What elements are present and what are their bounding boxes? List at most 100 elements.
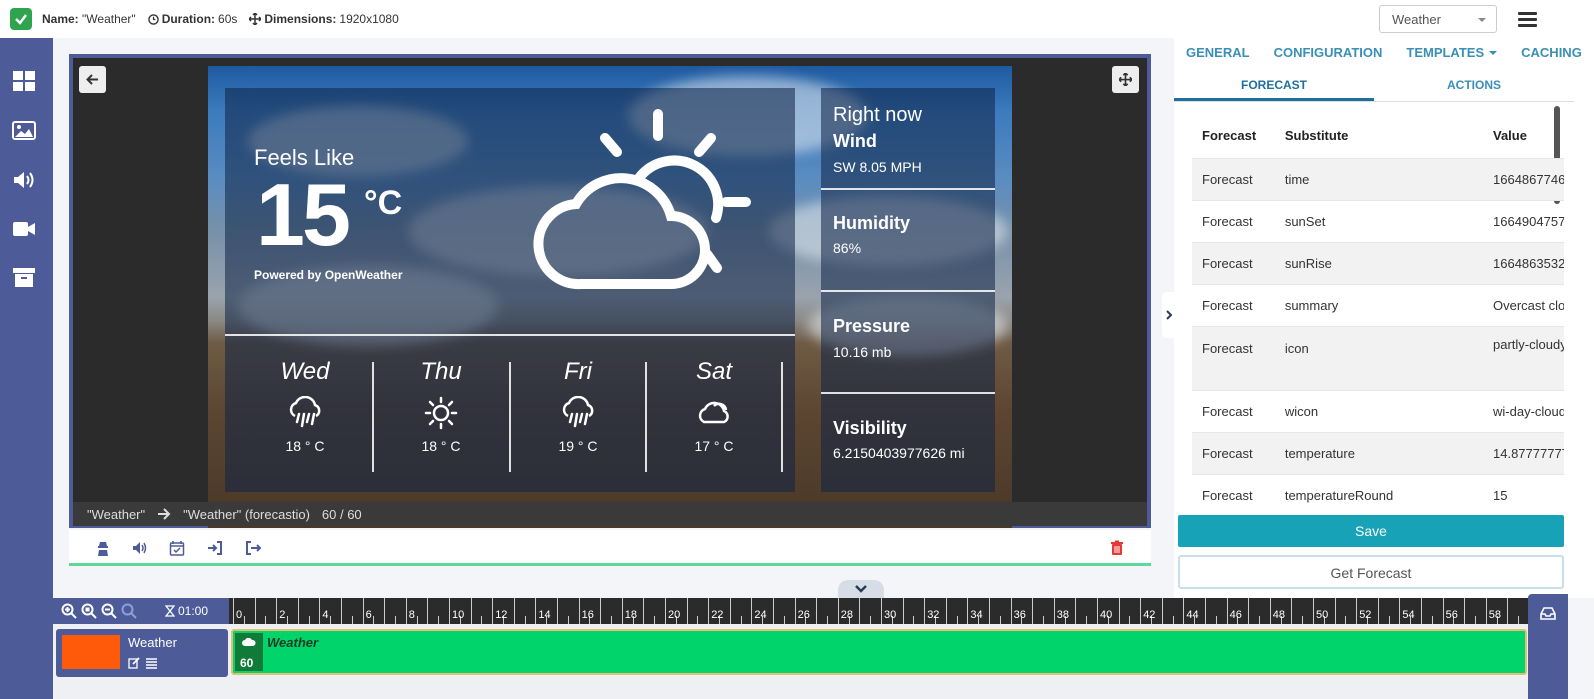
ruler-tick	[1183, 598, 1185, 624]
back-button[interactable]	[79, 66, 106, 93]
wind-label: Wind	[833, 131, 877, 151]
pressure-value: 10.16 mb	[833, 344, 892, 360]
top-bar: Name: "Weather" Duration: 60s Dimensions…	[0, 0, 1594, 38]
ruler-tick	[1518, 616, 1520, 624]
weather-preview[interactable]: Feels Like 15 °C Powered by OpenWeather	[208, 66, 1012, 528]
ruler-tick	[1302, 616, 1304, 624]
tab-general[interactable]: GENERAL	[1186, 38, 1250, 68]
table-row: Forecast temperature 14.877777777	[1192, 431, 1564, 474]
table-cell: temperatureRound	[1274, 473, 1483, 512]
ruler-label: 54	[1402, 609, 1415, 621]
ruler-label: 26	[797, 609, 810, 621]
ruler-tick	[1507, 598, 1509, 624]
move-button[interactable]	[1112, 66, 1139, 93]
ruler-tick	[1248, 598, 1250, 624]
zoom-fit-icon[interactable]	[81, 603, 97, 619]
name-label: Name:	[42, 12, 79, 26]
menu-icon[interactable]	[1518, 12, 1537, 27]
zoom-reset-icon[interactable]	[121, 603, 137, 619]
expand-timeline-button[interactable]	[838, 580, 884, 598]
get-forecast-button[interactable]: Get Forecast	[1178, 555, 1564, 589]
table-row: Forecast summary Overcast cloud	[1192, 283, 1564, 326]
zoom-in-icon[interactable]	[61, 603, 77, 619]
volume-icon[interactable]	[132, 540, 148, 556]
widget-progress: 60 / 60	[321, 506, 362, 522]
ruler-tick	[308, 616, 310, 624]
timeline-ruler[interactable]: 0 2 4 6 8 10 12 14 16 18 20 22 24 26 28 30 32 34 36 38 40 42 4…	[229, 598, 1528, 624]
day-temp: 18 ° C	[285, 438, 325, 454]
ruler-tick	[1356, 598, 1358, 624]
trash-icon[interactable]	[1109, 540, 1125, 556]
ruler-tick	[1118, 598, 1120, 624]
ruler-tick	[740, 616, 742, 624]
calendar-check-icon[interactable]	[169, 540, 185, 556]
ruler-tick	[567, 616, 569, 624]
ruler-label: 32	[927, 609, 940, 621]
user-secret-icon[interactable]	[95, 540, 111, 556]
widget-timeline-bar[interactable]: 60 Weather	[231, 629, 1527, 675]
region-track-label[interactable]: Weather	[56, 629, 228, 677]
ruler-tick	[945, 598, 947, 624]
forecast-day: Thu 18 ° C	[373, 358, 509, 454]
ruler-tick	[1032, 598, 1034, 624]
tab-templates[interactable]: TEMPLATES	[1406, 38, 1498, 68]
dimensions-label: Dimensions:	[264, 12, 337, 26]
table-cell: sunRise	[1274, 241, 1483, 284]
ruler-tick	[1421, 598, 1422, 624]
save-button[interactable]: Save	[1178, 515, 1564, 547]
ruler-tick	[524, 616, 526, 624]
ruler-label: 16	[581, 609, 594, 621]
sign-in-icon[interactable]	[207, 540, 223, 556]
zoom-out-icon[interactable]	[101, 603, 117, 619]
list-icon[interactable]	[145, 657, 158, 669]
ruler-label: 18	[624, 609, 638, 621]
ruler-label: 2	[279, 609, 286, 621]
image-icon[interactable]	[12, 120, 36, 142]
ruler-tick	[837, 598, 839, 624]
subtab-forecast[interactable]: FORECAST	[1174, 70, 1374, 101]
ruler-tick	[1334, 598, 1336, 624]
panel-subtabs: FORECAST ACTIONS	[1174, 70, 1574, 102]
video-icon[interactable]	[12, 218, 36, 240]
layout-select[interactable]: Weather	[1379, 5, 1497, 33]
inbox-button[interactable]	[1528, 594, 1568, 699]
ruler-tick	[654, 616, 656, 624]
ruler-tick	[481, 616, 483, 624]
substitutes-table: Forecast Substitute Value Forecast time …	[1192, 114, 1564, 512]
ruler-tick	[1388, 616, 1390, 624]
ruler-tick	[416, 616, 418, 624]
edit-icon[interactable]	[128, 657, 140, 669]
ruler-tick	[1086, 616, 1088, 624]
rain-icon	[562, 396, 594, 428]
forecast-day: Wed 18 ° C	[237, 358, 373, 454]
ruler-tick	[881, 598, 882, 624]
ruler-tick	[1475, 616, 1476, 624]
ruler-tick	[535, 598, 537, 624]
day-name: Wed	[280, 358, 330, 385]
ruler-tick	[643, 598, 645, 624]
ruler-tick	[395, 616, 396, 624]
widgets-icon[interactable]	[12, 70, 36, 92]
tab-caching[interactable]: CACHING	[1521, 38, 1582, 68]
tab-configuration[interactable]: CONFIGURATION	[1274, 38, 1383, 68]
ruler-tick	[287, 616, 288, 624]
archive-icon[interactable]	[12, 266, 36, 288]
ruler-label: 22	[711, 609, 724, 621]
ruler-label: 24	[754, 609, 767, 621]
sign-out-icon[interactable]	[245, 540, 261, 556]
ruler-tick	[1075, 598, 1077, 624]
table-cell: Forecast	[1192, 241, 1275, 284]
timeline: 01:00 0 2 4 6 8 10 12 14 16 18 20 22 24 26 28 30 32 34 36 3…	[53, 598, 1528, 699]
subtab-actions[interactable]: ACTIONS	[1374, 70, 1574, 101]
column-header: Forecast	[1202, 128, 1257, 144]
ruler-tick	[513, 598, 515, 624]
ruler-tick	[233, 598, 234, 624]
table-cell: wicon	[1274, 389, 1483, 432]
table-cell: Forecast	[1192, 473, 1275, 512]
table-cell: wi-day-cloudy	[1483, 389, 1564, 432]
ruler-tick	[351, 616, 353, 624]
region-name: "Weather"	[87, 506, 146, 522]
ruler-tick	[384, 598, 386, 624]
audio-icon[interactable]	[12, 169, 36, 191]
name-value: "Weather"	[82, 12, 136, 26]
